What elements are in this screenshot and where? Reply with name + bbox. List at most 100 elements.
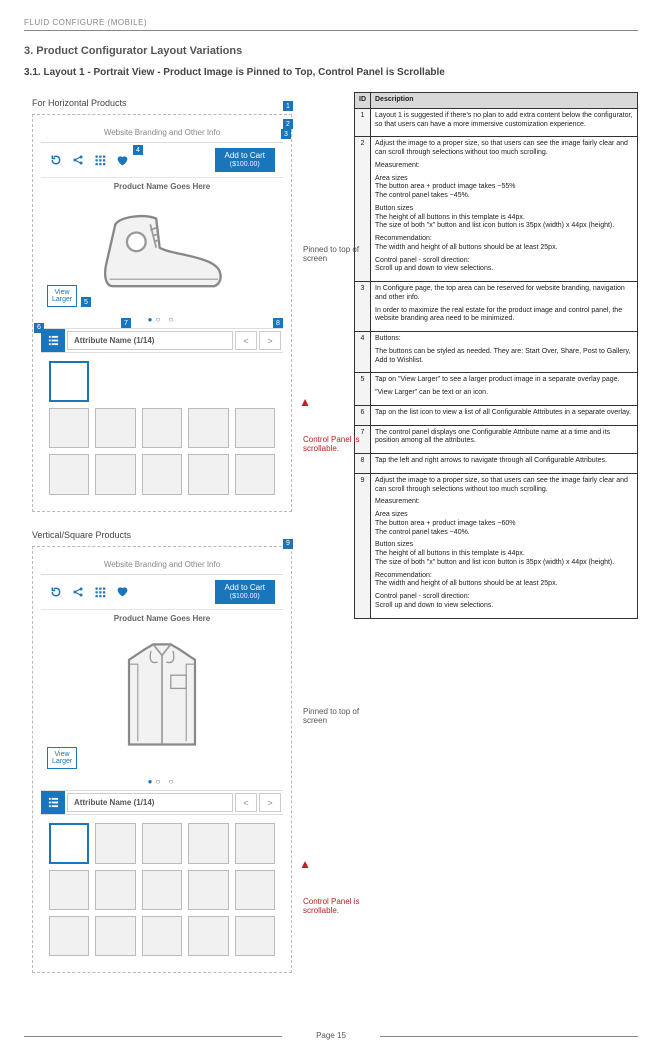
- list-icon: [48, 797, 59, 808]
- row-description: Adjust the image to a proper size, so th…: [371, 137, 638, 282]
- add-to-cart-button[interactable]: Add to Cart ($100.00): [215, 580, 275, 604]
- product-image-area: View Larger 5: [41, 193, 283, 313]
- prev-attribute-button[interactable]: <: [235, 793, 257, 812]
- attribute-list-button[interactable]: [41, 791, 65, 814]
- next-attribute-button[interactable]: >: [259, 793, 281, 812]
- row-description: Adjust the image to a proper size, so th…: [371, 473, 638, 618]
- prev-attribute-button[interactable]: <: [235, 331, 257, 350]
- swatch[interactable]: [142, 408, 182, 448]
- product-name: Product Name Goes Here: [41, 178, 283, 193]
- swatch[interactable]: [235, 823, 275, 863]
- action-row: Add to Cart ($100.00): [41, 143, 283, 178]
- callout-9: 9: [283, 539, 293, 549]
- callout-8: 8: [273, 318, 283, 328]
- attribute-list-button[interactable]: 6: [41, 329, 65, 352]
- swatch[interactable]: [49, 361, 89, 401]
- row-description: Tap on "View Larger" to see a larger pro…: [371, 373, 638, 406]
- table-row: 6Tap on the list icon to view a list of …: [355, 405, 638, 425]
- heart-icon[interactable]: [115, 153, 129, 167]
- share-icon[interactable]: [71, 585, 85, 599]
- table-row: 3In Configure page, the top area can be …: [355, 282, 638, 332]
- subsection-heading: 3.1. Layout 1 - Portrait View - Product …: [24, 67, 638, 78]
- description-table: ID Description 1Layout 1 is suggested if…: [354, 92, 638, 619]
- cart-price: ($100.00): [225, 161, 265, 169]
- cart-price: ($100.00): [225, 593, 265, 601]
- share-icon[interactable]: [71, 153, 85, 167]
- attribute-bar: Attribute Name (1/14) < >: [41, 790, 283, 815]
- swatch[interactable]: [49, 823, 89, 863]
- table-row: 8Tap the left and right arrows to naviga…: [355, 454, 638, 474]
- heart-icon[interactable]: [115, 585, 129, 599]
- swatch[interactable]: [142, 870, 182, 910]
- attribute-name-field: Attribute Name (1/14): [67, 331, 233, 350]
- horizontal-products-label: For Horizontal Products: [32, 98, 344, 108]
- cart-label: Add to Cart: [225, 152, 265, 161]
- branding-bar: Website Branding and Other Info: [41, 555, 283, 575]
- document-header: FLUID CONFIGURE (MOBILE): [24, 18, 638, 31]
- callout-7: 7: [121, 318, 131, 328]
- swatch[interactable]: [142, 823, 182, 863]
- swatch[interactable]: [95, 408, 135, 448]
- swatch[interactable]: [235, 408, 275, 448]
- grid-icon[interactable]: [93, 153, 107, 167]
- row-id: 9: [355, 473, 371, 618]
- annotation-pinned: Pinned to top of screen: [303, 245, 373, 263]
- callout-6: 6: [34, 323, 44, 333]
- row-id: 4: [355, 332, 371, 373]
- swatch[interactable]: [95, 916, 135, 956]
- swatch[interactable]: [49, 916, 89, 956]
- vertical-products-label: Vertical/Square Products: [32, 530, 344, 540]
- row-id: 3: [355, 282, 371, 332]
- scroll-arrow-icon: ▲: [299, 395, 311, 409]
- table-row: 9Adjust the image to a proper size, so t…: [355, 473, 638, 618]
- swatch[interactable]: [95, 823, 135, 863]
- swatch[interactable]: [95, 454, 135, 494]
- swatch[interactable]: [235, 916, 275, 956]
- swatch[interactable]: [188, 454, 228, 494]
- swatch[interactable]: [142, 454, 182, 494]
- page-footer: Page 15: [24, 1031, 638, 1040]
- swatch[interactable]: [188, 408, 228, 448]
- swatch[interactable]: [188, 916, 228, 956]
- row-id: 6: [355, 405, 371, 425]
- swatch[interactable]: [49, 408, 89, 448]
- row-description: In Configure page, the top area can be r…: [371, 282, 638, 332]
- restart-icon[interactable]: [49, 153, 63, 167]
- view-larger-button[interactable]: View Larger: [47, 285, 77, 307]
- next-attribute-button[interactable]: >: [259, 331, 281, 350]
- mockup-vertical: 9 Website Branding and Other Info Add to…: [32, 546, 292, 974]
- mockup-horizontal: 1 2 3 Website Branding and Other Info 4 …: [32, 114, 292, 512]
- row-id: 5: [355, 373, 371, 406]
- col-desc: Description: [371, 93, 638, 109]
- attribute-name-field: Attribute Name (1/14): [67, 793, 233, 812]
- swatch[interactable]: [49, 454, 89, 494]
- row-description: The control panel displays one Configura…: [371, 425, 638, 454]
- add-to-cart-button[interactable]: Add to Cart ($100.00): [215, 148, 275, 172]
- restart-icon[interactable]: [49, 585, 63, 599]
- callout-1: 1: [283, 101, 293, 111]
- swatch[interactable]: [235, 454, 275, 494]
- table-row: 1Layout 1 is suggested if there's no pla…: [355, 108, 638, 137]
- row-description: Tap the left and right arrows to navigat…: [371, 454, 638, 474]
- annotation-scrollable: Control Panel is scrollable.: [303, 897, 373, 915]
- carousel-dots[interactable]: ●○ ○: [41, 775, 283, 790]
- swatch[interactable]: [95, 870, 135, 910]
- swatch[interactable]: [188, 870, 228, 910]
- swatch-grid: [41, 353, 283, 502]
- action-row: Add to Cart ($100.00): [41, 575, 283, 610]
- view-larger-button[interactable]: View Larger: [47, 747, 77, 769]
- callout-4: 4: [133, 145, 143, 155]
- swatch[interactable]: [142, 916, 182, 956]
- grid-icon[interactable]: [93, 585, 107, 599]
- table-row: 5Tap on "View Larger" to see a larger pr…: [355, 373, 638, 406]
- carousel-dots[interactable]: ●○ ○: [41, 313, 283, 328]
- boot-image: [92, 206, 232, 301]
- swatch[interactable]: [235, 870, 275, 910]
- swatch[interactable]: [49, 870, 89, 910]
- row-id: 1: [355, 108, 371, 137]
- swatch[interactable]: [188, 823, 228, 863]
- row-description: Tap on the list icon to view a list of a…: [371, 405, 638, 425]
- product-image-area: View Larger: [41, 625, 283, 775]
- row-id: 8: [355, 454, 371, 474]
- row-description: Buttons:The buttons can be styled as nee…: [371, 332, 638, 373]
